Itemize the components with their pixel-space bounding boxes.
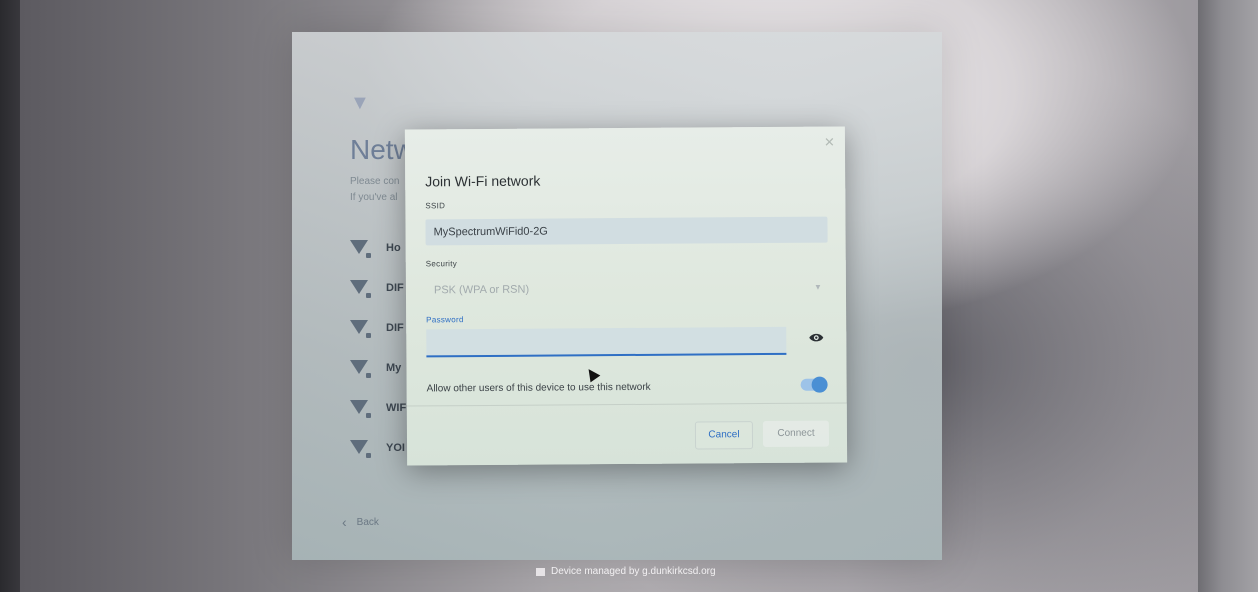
password-label: Password [426, 315, 464, 325]
page-subtitle: Please con If you've al [350, 174, 399, 206]
chevron-left-icon: ‹ [342, 514, 347, 530]
toggle-knob [811, 376, 828, 393]
network-name: YOI [386, 442, 405, 454]
ssid-label: SSID [425, 201, 446, 211]
subtitle-line-1: Please con [350, 176, 400, 187]
back-label: Back [356, 516, 379, 528]
wifi-locked-icon [350, 280, 371, 298]
share-network-toggle[interactable] [800, 376, 828, 393]
wifi-icon: ▼ [350, 92, 370, 114]
allow-other-users-label: Allow other users of this device to use … [426, 381, 651, 395]
laptop-bezel-right [1198, 0, 1258, 592]
wifi-locked-icon [350, 360, 371, 378]
back-button[interactable]: ‹ Back [342, 514, 379, 530]
dialog-title: Join Wi-Fi network [425, 172, 541, 190]
network-name: DIF [386, 322, 404, 334]
join-wifi-dialog: ✕ Join Wi-Fi network SSID MySpectrumWiFi… [404, 126, 848, 466]
subtitle-line-2: If you've al [350, 192, 398, 203]
chevron-down-icon: ▼ [813, 282, 822, 292]
network-name: DIF [386, 282, 404, 294]
security-select[interactable]: PSK (WPA or RSN) ▼ [426, 275, 828, 304]
wifi-locked-icon [350, 400, 371, 418]
divider [406, 402, 847, 407]
managed-text: Device managed by g.dunkirkcsd.org [551, 566, 716, 577]
building-icon [536, 567, 545, 576]
eye-icon[interactable] [808, 332, 824, 344]
network-name: Ho [386, 242, 401, 254]
connect-button[interactable]: Connect [762, 420, 830, 448]
security-label: Security [425, 259, 458, 269]
network-name: WIF [386, 402, 407, 414]
wifi-locked-icon [350, 240, 371, 258]
security-value: PSK (WPA or RSN) [433, 283, 530, 297]
network-name: My [386, 362, 402, 374]
close-icon[interactable]: ✕ [824, 135, 835, 151]
wifi-locked-icon [350, 320, 371, 338]
device-managed-notice: Device managed by g.dunkirkcsd.org [536, 566, 716, 577]
ssid-field[interactable]: MySpectrumWiFid0-2G [425, 216, 828, 246]
cancel-button[interactable]: Cancel [694, 421, 754, 450]
password-input[interactable] [426, 326, 787, 358]
wifi-locked-icon [350, 440, 371, 458]
